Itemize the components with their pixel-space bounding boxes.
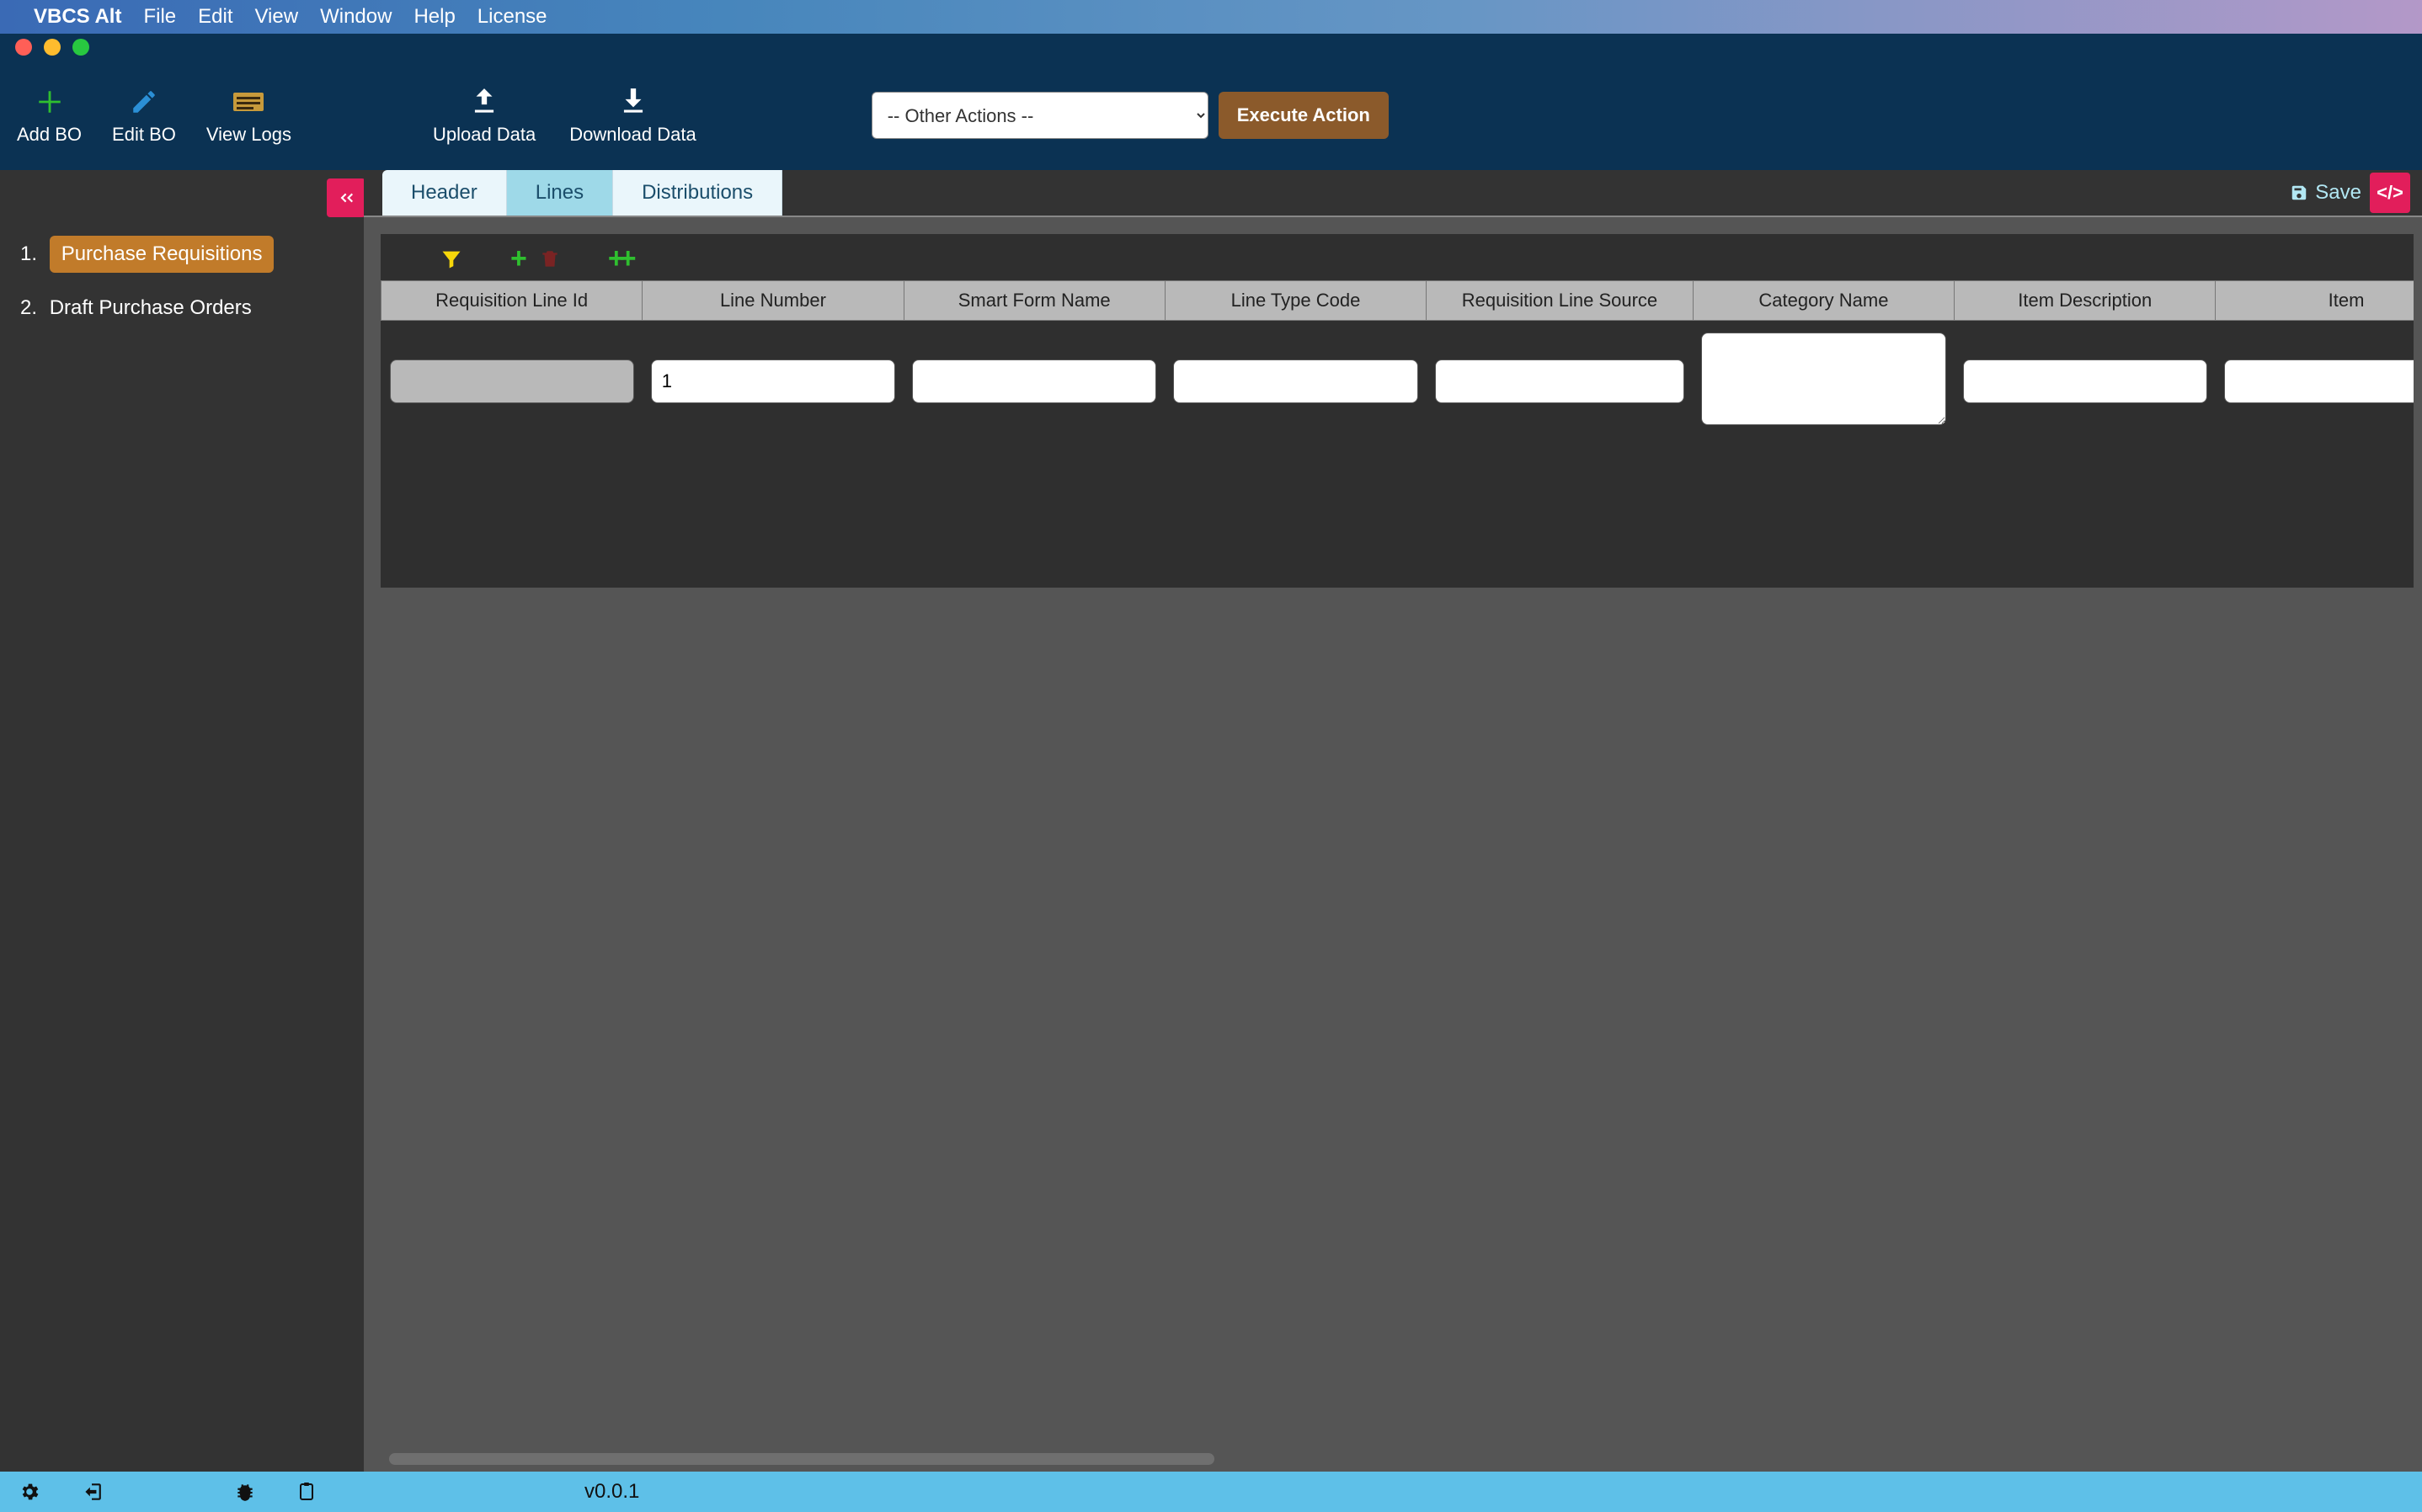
menu-file[interactable]: File [143,5,176,29]
menu-edit[interactable]: Edit [198,5,232,29]
menubar-app-name[interactable]: VBCS Alt [34,5,121,29]
cell-item-description[interactable] [1963,359,2207,403]
delete-row-button[interactable] [539,248,561,270]
workarea: + ++ Requisition Line Id Line Number Sma… [364,217,2422,1472]
version-label: v0.0.1 [584,1480,639,1504]
col-line-number[interactable]: Line Number [643,281,904,321]
grid-toolbar: + ++ [381,234,2414,280]
sidebar-item-number: 2. [20,296,37,319]
cell-requisition-line-id [390,359,634,403]
save-button[interactable]: Save [2290,181,2361,205]
app-toolbar: Add BO Edit BO View Logs Upload Data [0,61,2422,170]
menu-window[interactable]: Window [320,5,392,29]
edit-bo-button[interactable]: Edit BO [112,85,176,146]
menu-help[interactable]: Help [413,5,455,29]
upload-data-button[interactable]: Upload Data [433,85,536,146]
sidebar-item-draft-purchase-orders[interactable]: 2. Draft Purchase Orders [20,296,344,320]
tab-bar: Header Lines Distributions Save </> [364,170,2422,217]
view-logs-button[interactable]: View Logs [206,85,291,146]
add-multiple-rows-button[interactable]: ++ [608,242,632,275]
add-row-button[interactable]: + [510,242,527,275]
save-label: Save [2315,181,2361,205]
window-zoom-icon[interactable] [72,39,89,56]
upload-icon [468,85,500,119]
tab-lines[interactable]: Lines [507,170,613,216]
settings-icon[interactable] [19,1481,40,1503]
add-bo-button[interactable]: Add BO [17,85,82,146]
view-logs-label: View Logs [206,124,291,146]
download-data-label: Download Data [569,124,696,146]
col-line-type-code[interactable]: Line Type Code [1165,281,1426,321]
cell-smart-form-name[interactable] [912,359,1156,403]
sidebar-item-purchase-requisitions[interactable]: 1. Purchase Requisitions [20,236,344,273]
sidebar-item-label: Draft Purchase Orders [50,296,252,319]
col-smart-form-name[interactable]: Smart Form Name [904,281,1165,321]
cell-category-name[interactable] [1701,333,1945,425]
chevron-double-left-icon [335,187,357,209]
horizontal-scrollbar[interactable] [389,1453,1214,1465]
bug-icon[interactable] [234,1481,256,1503]
lines-grid: Requisition Line Id Line Number Smart Fo… [381,280,2414,441]
cell-line-number[interactable] [651,359,895,403]
logout-icon[interactable] [81,1481,103,1503]
add-bo-label: Add BO [17,124,82,146]
clipboard-icon[interactable] [296,1482,317,1502]
code-icon: </> [2377,182,2403,204]
col-requisition-line-source[interactable]: Requisition Line Source [1427,281,1694,321]
col-category-name[interactable]: Category Name [1693,281,1954,321]
table-row [381,321,2414,442]
grid-header-row: Requisition Line Id Line Number Smart Fo… [381,281,2414,321]
save-icon [2290,184,2308,202]
col-item[interactable]: Item [2216,281,2414,321]
menu-license[interactable]: License [477,5,547,29]
sidebar: 1. Purchase Requisitions 2. Draft Purcha… [0,170,364,1472]
execute-action-button[interactable]: Execute Action [1219,92,1389,139]
window-minimize-icon[interactable] [44,39,61,56]
edit-bo-label: Edit BO [112,124,176,146]
window-titlebar [0,34,2422,61]
col-requisition-line-id[interactable]: Requisition Line Id [381,281,643,321]
content-area: Header Lines Distributions Save </> [364,170,2422,1472]
upload-data-label: Upload Data [433,124,536,146]
sidebar-collapse-button[interactable] [327,178,365,217]
cell-requisition-line-source[interactable] [1435,359,1685,403]
mac-menubar: VBCS Alt File Edit View Window Help Lice… [0,0,2422,34]
col-item-description[interactable]: Item Description [1955,281,2216,321]
code-toggle-button[interactable]: </> [2370,173,2410,213]
sidebar-item-number: 1. [20,242,37,265]
tab-header[interactable]: Header [382,170,507,216]
cell-item[interactable] [2224,359,2414,403]
plus-icon [35,85,64,119]
download-data-button[interactable]: Download Data [569,85,696,146]
status-bar: v0.0.1 [0,1472,2422,1512]
other-actions-select[interactable]: -- Other Actions -- [872,92,1208,139]
filter-icon[interactable] [440,248,463,271]
grid-container: + ++ Requisition Line Id Line Number Sma… [381,234,2414,588]
tab-distributions[interactable]: Distributions [613,170,782,216]
main-area: 1. Purchase Requisitions 2. Draft Purcha… [0,170,2422,1472]
download-icon [617,85,649,119]
menu-view[interactable]: View [254,5,298,29]
pencil-icon [130,85,158,119]
window-close-icon[interactable] [15,39,32,56]
sidebar-item-label: Purchase Requisitions [50,236,275,273]
cell-line-type-code[interactable] [1173,359,1417,403]
logs-icon [232,85,265,119]
